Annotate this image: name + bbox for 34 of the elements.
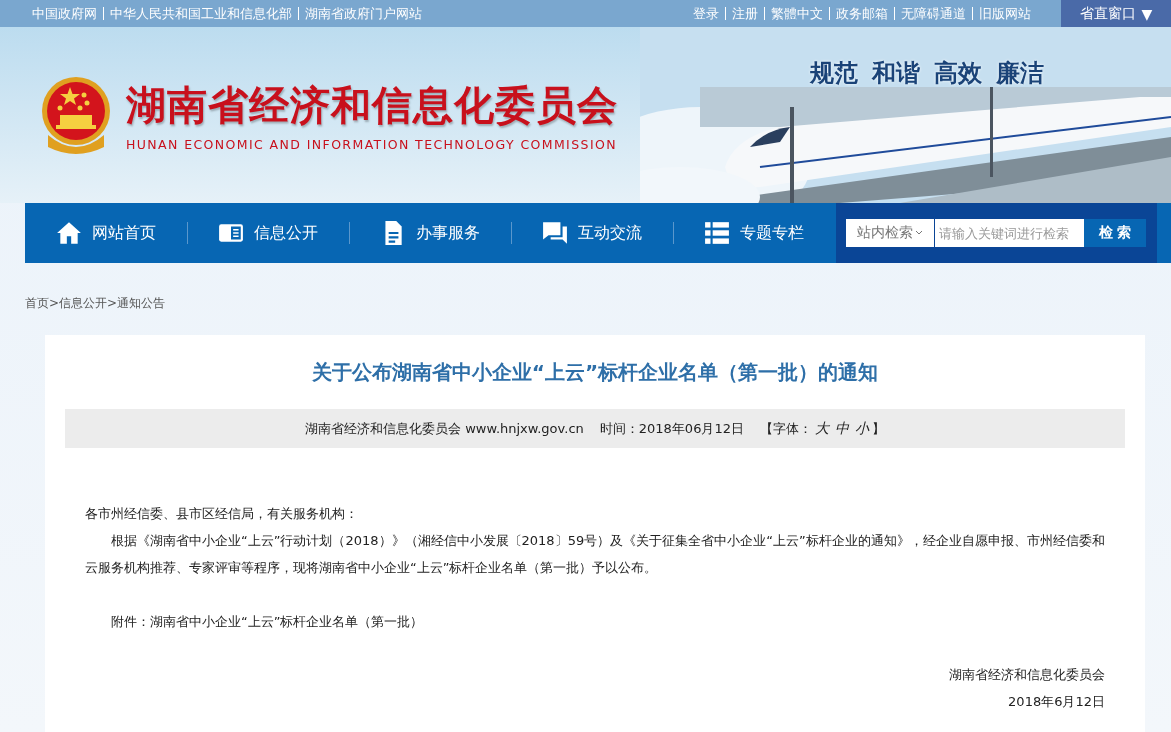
font-size-link[interactable]: 小 [851, 419, 872, 438]
nav-item[interactable]: 互动交流 [511, 203, 673, 263]
font-size-label: 【字体： [759, 419, 812, 438]
attachment-text: 附件：湖南省中小企业“上云”标杆企业名单（第一批） [110, 613, 425, 631]
font-size-link[interactable]: 大 [811, 419, 832, 438]
search-field[interactable]: 请输入关键词进行检索 [934, 219, 1084, 247]
home-icon [56, 220, 82, 246]
slogan-text: 高效 [934, 58, 982, 89]
article-source: 湖南省经济和信息化委员会 www.hnjxw.gov.cn [305, 419, 584, 438]
nav-item[interactable]: 办事服务 [349, 203, 511, 263]
scope-dropdown[interactable]: 站内检索 [846, 219, 934, 247]
signature-date: 2018年6月12日 [1008, 694, 1105, 709]
caret-icon [915, 230, 923, 236]
breadcrumb: 首页>信息公开>通知公告 [25, 296, 166, 310]
publish-time: 时间：2018年06月12日 [599, 419, 744, 438]
slogan-text: 和谐 [872, 58, 920, 89]
window-menu-button[interactable]: 省直窗口 ▼ [1061, 0, 1171, 27]
font-size-link[interactable]: 中 [831, 419, 852, 438]
site-title: 湖南省经济和信息化委员会 [126, 81, 618, 130]
article-title: 关于公布湖南省中小企业“上云”标杆企业名单（第一批）的通知 [311, 360, 879, 384]
list-icon [704, 220, 730, 246]
bracket-text: 】 [871, 419, 885, 438]
signature: 湖南省经济和信息化委员会 [949, 667, 1105, 682]
emblem-icon [40, 75, 112, 155]
nav-item[interactable]: 网站首页 [25, 203, 187, 263]
slogan-text: 规范 [810, 58, 858, 89]
search-button[interactable]: 检 索 [1084, 219, 1146, 247]
nav-item[interactable]: 专题专栏 [673, 203, 835, 263]
slogan-text: 廉洁 [996, 58, 1044, 89]
nav-item[interactable]: 信息公开 [187, 203, 349, 263]
salutation: 各市州经信委、县市区经信局，有关服务机构： [85, 505, 359, 523]
body-paragraph: 根据《湖南省中小企业“上云”行动计划（2018）》（湘经信中小发展〔2018〕59号）及《关于征集全省中小企业“上云”标杆企业的通知》，经企业自愿申报、市州经信委和云服务机构推荐、专家评审等程序，现将湖南省中小企业“上云”标杆企业名单（第一批）予以公布。 [85, 532, 1105, 577]
site-subtitle: HUNAN ECONOMIC AND INFORMATION TECHNOLOGY COMMISSION [126, 137, 618, 152]
chat-icon [542, 220, 568, 246]
